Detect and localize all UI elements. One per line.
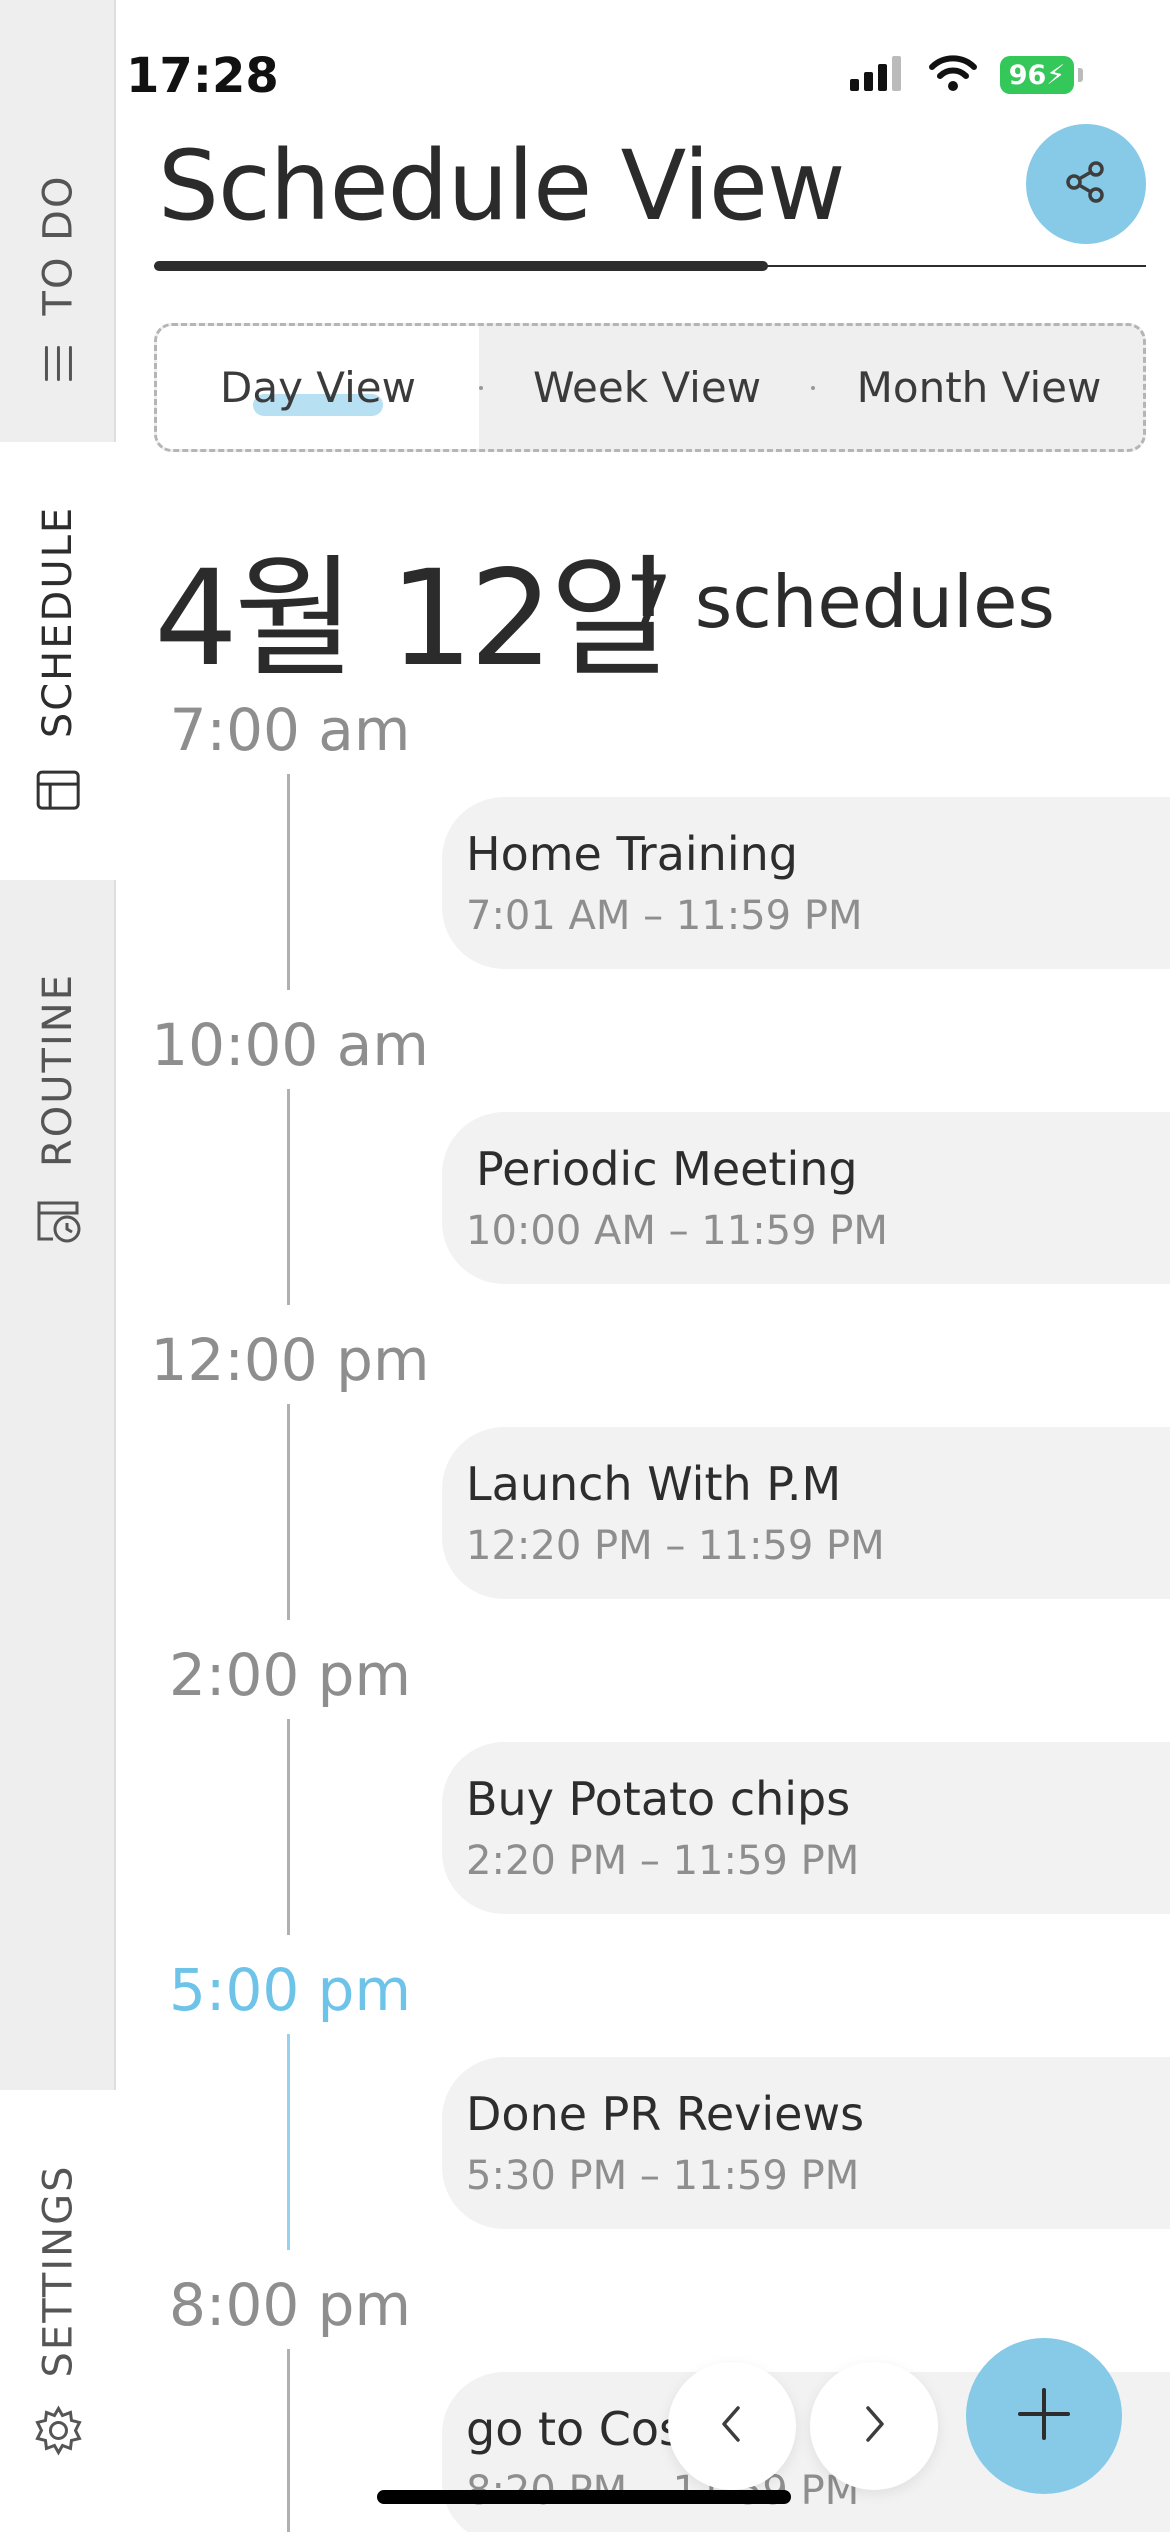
sidebar-tab-label: TO DO [35,174,82,316]
time-label: 8:00 pm [169,2271,411,2339]
page-title: Schedule View [158,130,845,242]
tab-label: Month View [856,363,1102,412]
event-time-range: 10:00 AM – 11:59 PM [466,1208,888,1254]
current-time-label: 5:00 pm [169,1956,411,2024]
battery-indicator: 96 ⚡ [1000,56,1074,94]
sidebar-tab-label: ROUTINE [35,973,82,1167]
schedule-count: 7 schedules [626,560,1055,644]
time-label: 10:00 am [151,1011,429,1079]
timeline-line [287,1404,290,1620]
timeline-line [287,2349,290,2532]
add-schedule-button[interactable] [966,2338,1122,2494]
tab-label: Week View [532,363,762,412]
sidebar-tab-schedule[interactable]: SCHEDULE [0,442,116,880]
event-card[interactable]: Done PR Reviews 5:30 PM – 11:59 PM [442,2057,1170,2229]
list-icon [36,341,80,385]
timeline-line [287,1089,290,1305]
event-time-range: 5:30 PM – 11:59 PM [466,2153,860,2199]
event-card[interactable]: Periodic Meeting 10:00 AM – 11:59 PM [442,1112,1170,1284]
sidebar-tab-settings[interactable]: SETTINGS [0,2090,116,2532]
gear-icon [31,2403,85,2457]
previous-day-button[interactable] [668,2362,796,2490]
event-title: Launch With P.M [466,1457,842,1511]
time-label: 7:00 am [169,696,411,764]
tab-label: Day View [220,363,416,412]
timeline-line [287,774,290,990]
event-card[interactable]: Buy Potato chips 2:20 PM – 11:59 PM [442,1742,1170,1914]
status-time: 17:28 [126,48,279,104]
signal-icon [850,55,906,95]
tab-week-view[interactable]: Week View [483,326,811,449]
calendar-clock-icon [31,1193,85,1247]
tab-day-view[interactable]: Day View [157,326,479,449]
charging-icon: ⚡ [1046,59,1066,91]
notebook-icon [32,764,84,816]
sidebar-tab-todo[interactable]: TO DO [0,130,116,430]
event-title: Home Training [466,827,798,881]
event-time-range: 2:20 PM – 11:59 PM [466,1838,860,1884]
time-label: 12:00 pm [150,1326,430,1394]
timeline-line [287,1719,290,1935]
event-card[interactable]: Launch With P.M 12:20 PM – 11:59 PM [442,1427,1170,1599]
event-time-range: 7:01 AM – 11:59 PM [466,893,863,939]
time-label: 2:00 pm [169,1641,411,1709]
event-card[interactable]: Home Training 7:01 AM – 11:59 PM [442,797,1170,969]
date-heading: 4월 12일 [154,542,671,696]
status-icons: 96 ⚡ [850,54,1083,96]
event-title: Periodic Meeting [476,1142,858,1196]
next-day-button[interactable] [810,2362,938,2490]
wifi-icon [928,54,978,96]
event-time-range: 12:20 PM – 11:59 PM [466,1523,885,1569]
battery-level: 96 [1008,59,1047,91]
sidebar-tab-label: SCHEDULE [35,505,81,739]
title-underline [154,261,768,271]
current-timeline-line [287,2034,290,2250]
chevron-left-icon [712,2400,752,2452]
tab-month-view[interactable]: Month View [815,326,1143,449]
view-switcher: Day View Week View Month View [154,323,1146,452]
share-button[interactable] [1026,124,1146,244]
plus-icon [1014,2384,1074,2448]
sidebar: TO DO SCHEDULE ROUTINE SETTINGS [0,0,116,2532]
sidebar-tab-routine[interactable]: ROUTINE [0,900,116,1320]
sidebar-tab-label: SETTINGS [35,2164,81,2378]
event-title: Done PR Reviews [466,2087,865,2141]
chevron-right-icon [854,2400,894,2452]
event-title: Buy Potato chips [466,1772,851,1826]
battery-tip [1078,68,1083,82]
share-icon [1062,158,1110,210]
home-indicator[interactable] [377,2490,791,2504]
